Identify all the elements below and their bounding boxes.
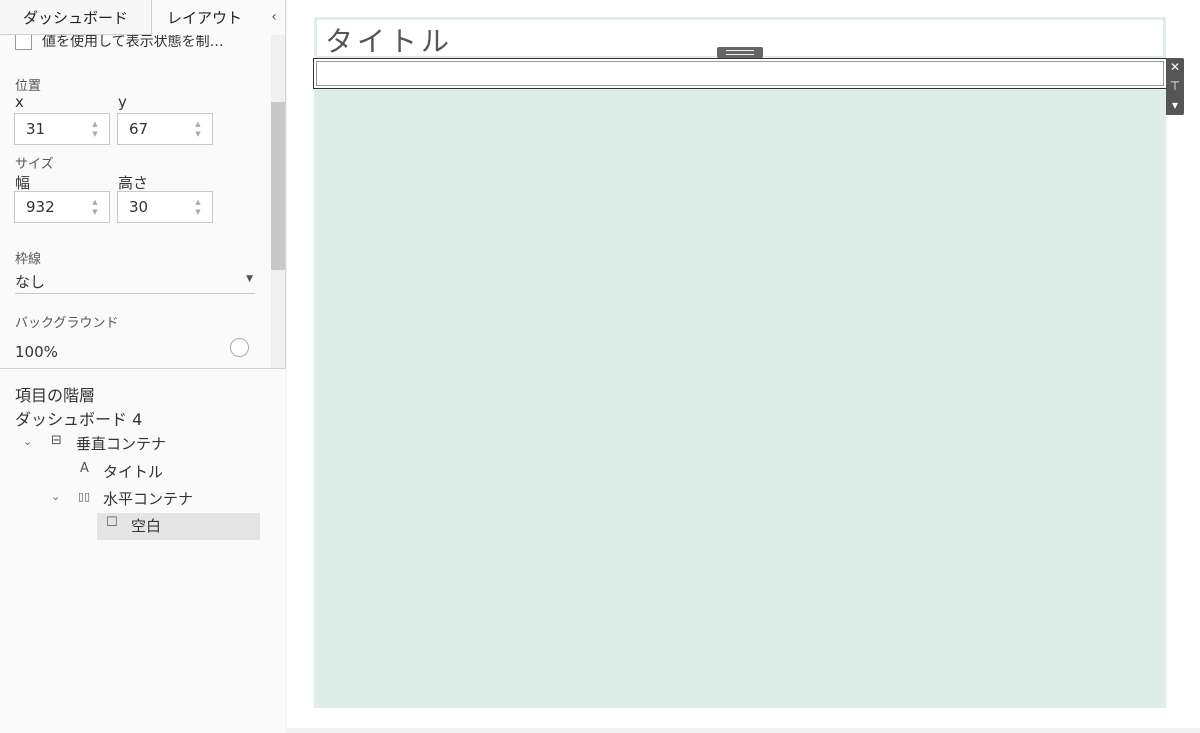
object-toolbar: ✕ ⊤ ▾ bbox=[1166, 58, 1184, 115]
vertical-container-icon: ⊟ bbox=[51, 433, 62, 448]
width-input[interactable]: 932 ▲ ▼ bbox=[14, 191, 110, 223]
y-label: y bbox=[118, 93, 127, 111]
position-section-label: 位置 bbox=[15, 79, 42, 94]
dashboard-canvas: タイトル ✕ ⊤ ▾ bbox=[287, 0, 1200, 733]
background-label: バックグラウンド bbox=[15, 316, 119, 331]
x-spinner-icon[interactable]: ▲ ▼ bbox=[91, 119, 99, 139]
dashboard-title: タイトル bbox=[325, 25, 454, 58]
pin-icon[interactable]: ⊤ bbox=[1166, 78, 1184, 94]
close-icon[interactable]: ✕ bbox=[1166, 59, 1184, 75]
height-spinner-icon[interactable]: ▲ ▼ bbox=[194, 197, 202, 217]
height-value: 30 bbox=[129, 198, 149, 216]
chevron-down-icon[interactable]: ⌄ bbox=[51, 490, 60, 503]
blank-icon: ☐ bbox=[106, 515, 118, 530]
x-value: 31 bbox=[26, 120, 46, 138]
border-select[interactable]: なし ▼ bbox=[15, 270, 255, 294]
x-input[interactable]: 31 ▲ ▼ bbox=[14, 113, 110, 145]
height-input[interactable]: 30 ▲ ▼ bbox=[117, 191, 213, 223]
properties-scroll-area: 値を使用して表示状態を制… 位置 x y 31 ▲ ▼ 67 ▲ ▼ サイズ 幅 高… bbox=[0, 35, 286, 368]
width-label: 幅 bbox=[15, 174, 31, 192]
y-spinner-icon[interactable]: ▲ ▼ bbox=[194, 119, 202, 139]
y-value: 67 bbox=[129, 120, 149, 138]
background-opacity-value[interactable]: 100% bbox=[15, 343, 58, 361]
tree-item-horizontal-container[interactable]: ⌄ ▯▯ 水平コンテナ bbox=[15, 486, 265, 513]
properties-scrollbar[interactable] bbox=[271, 35, 285, 368]
x-label: x bbox=[15, 93, 24, 111]
size-section-label: サイズ bbox=[15, 157, 54, 172]
tree-item-label: 垂直コンテナ bbox=[76, 435, 167, 453]
layout-panel: ダッシュボード レイアウト ‹ 値を使用して表示状態を制… 位置 x y 31 … bbox=[0, 0, 286, 733]
chevron-down-icon[interactable]: ⌄ bbox=[23, 435, 32, 448]
tree-item-vertical-container[interactable]: ⌄ ⊟ 垂直コンテナ bbox=[15, 431, 265, 458]
grip-lines bbox=[726, 50, 754, 55]
border-label: 枠線 bbox=[15, 252, 42, 267]
item-hierarchy: 項目の階層 ダッシュボード 4 ⌄ ⊟ 垂直コンテナ A タイトル ⌄ ▯▯ 水… bbox=[0, 368, 286, 733]
width-value: 932 bbox=[26, 198, 55, 216]
chevron-down-icon: ▼ bbox=[246, 274, 253, 284]
border-value: なし bbox=[15, 273, 46, 291]
y-input[interactable]: 67 ▲ ▼ bbox=[117, 113, 213, 145]
tree-item-title[interactable]: A タイトル bbox=[15, 459, 265, 486]
width-spinner-icon[interactable]: ▲ ▼ bbox=[91, 197, 99, 217]
tree-item-label: タイトル bbox=[103, 463, 164, 481]
visibility-checkbox[interactable] bbox=[15, 35, 32, 50]
background-color-swatch[interactable] bbox=[230, 338, 249, 357]
hierarchy-dashboard-name: ダッシュボード 4 bbox=[15, 410, 143, 429]
tree-item-label: 空白 bbox=[131, 517, 162, 535]
text-icon: A bbox=[80, 461, 89, 476]
visibility-label: 値を使用して表示状態を制… bbox=[42, 35, 224, 50]
tree-item-label: 水平コンテナ bbox=[103, 490, 194, 508]
height-label: 高さ bbox=[118, 174, 149, 192]
horizontal-container-zone[interactable] bbox=[314, 59, 1166, 708]
scrollbar-thumb[interactable] bbox=[271, 102, 285, 270]
more-options-icon[interactable]: ▾ bbox=[1166, 97, 1184, 113]
panel-tab-bar: ダッシュボード レイアウト ‹ bbox=[0, 0, 286, 35]
hierarchy-title: 項目の階層 bbox=[15, 386, 96, 405]
blank-object-selected[interactable] bbox=[313, 58, 1167, 89]
horizontal-container-icon: ▯▯ bbox=[78, 490, 91, 503]
tree-item-blank[interactable]: ☐ 空白 bbox=[97, 513, 260, 540]
move-handle-icon[interactable] bbox=[717, 47, 763, 58]
dashboard-sheet: タイトル ✕ ⊤ ▾ bbox=[287, 0, 1200, 728]
tab-layout[interactable]: レイアウト bbox=[153, 0, 256, 35]
blank-object-inner bbox=[316, 61, 1164, 86]
collapse-panel-icon[interactable]: ‹ bbox=[266, 7, 282, 27]
tab-dashboard[interactable]: ダッシュボード bbox=[0, 0, 152, 35]
